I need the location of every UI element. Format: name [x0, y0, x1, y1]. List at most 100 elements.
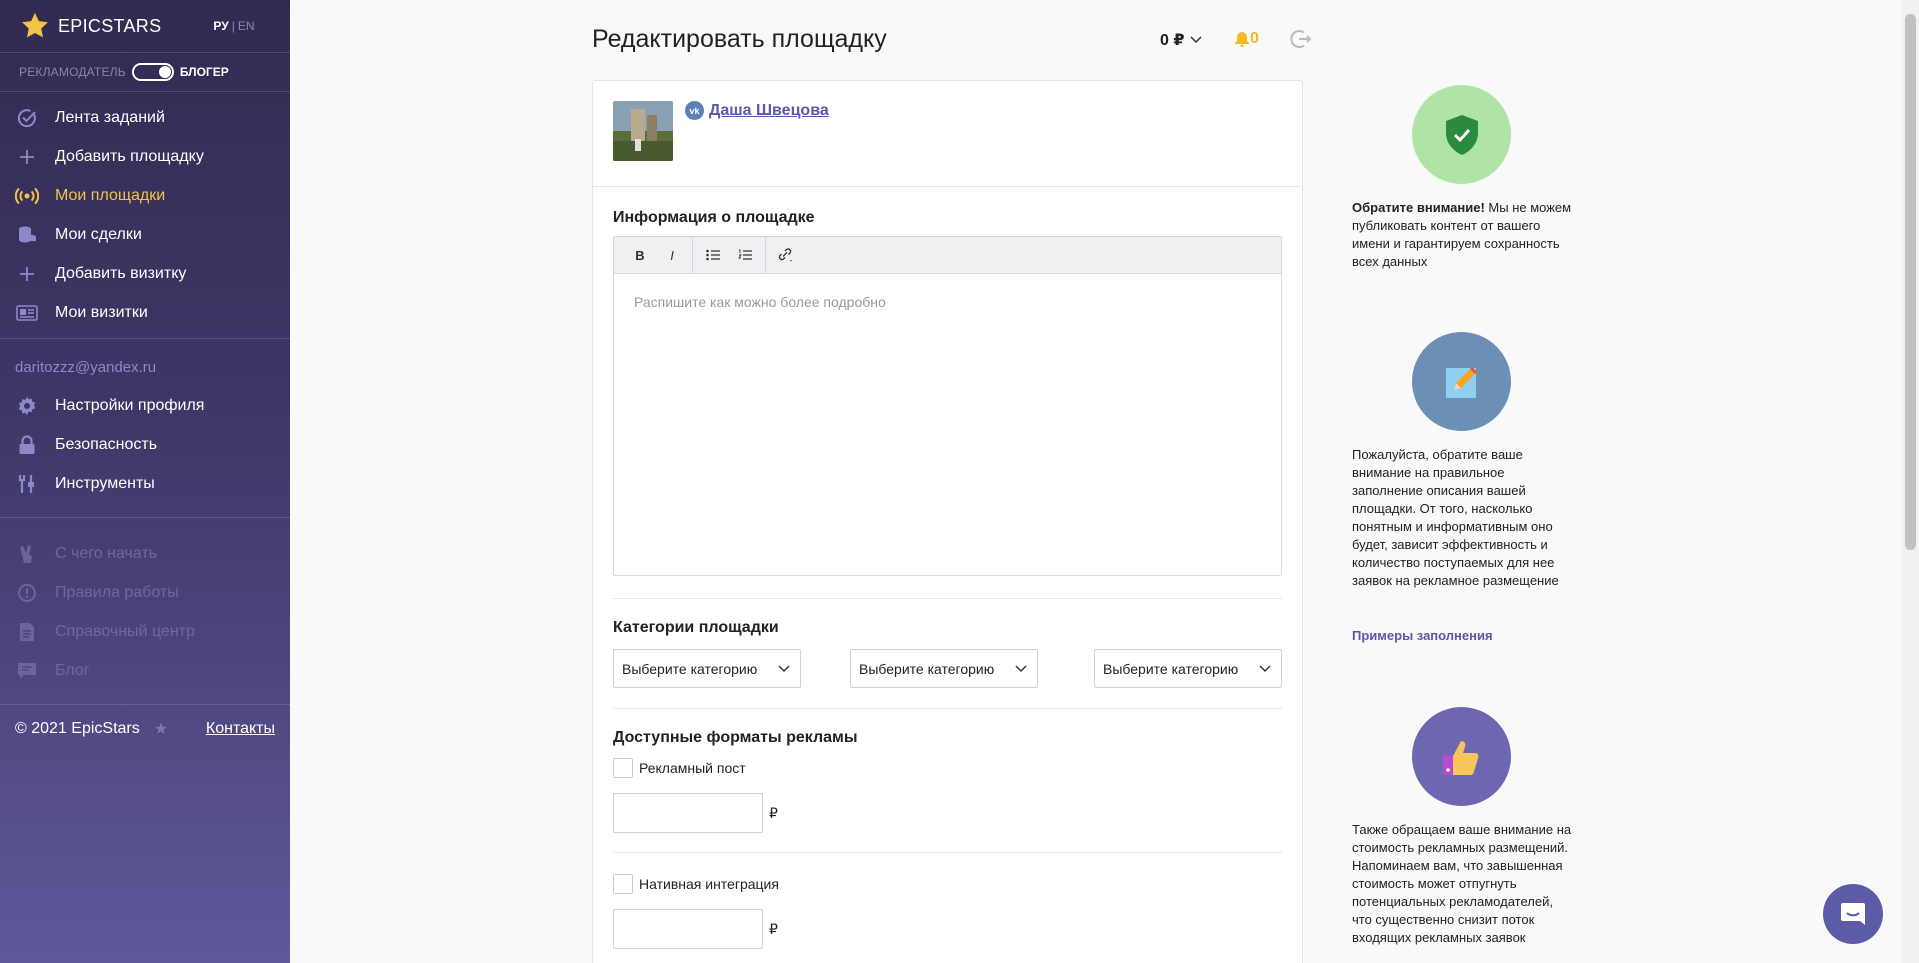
native-integration-checkbox[interactable]: [613, 874, 633, 894]
role-blogger-label[interactable]: БЛОГЕР: [180, 65, 229, 79]
logout-icon: [1290, 30, 1312, 48]
editor-placeholder[interactable]: Распишите как можно более подробно: [634, 294, 886, 310]
divider: [613, 598, 1282, 599]
support-chat-button[interactable]: [1823, 884, 1883, 944]
sidebar-item-label: Мои сделки: [55, 225, 142, 243]
plus-icon: [14, 146, 40, 168]
role-switch: РЕКЛАМОДАТЕЛЬ БЛОГЕР: [0, 53, 290, 91]
tip-pricing-circle: [1412, 707, 1511, 806]
sidebar: EPICSTARS РУ | EN РЕКЛАМОДАТЕЛЬ БЛОГЕР Лен…: [0, 0, 290, 963]
coins-icon: [14, 224, 40, 246]
vk-icon: vk: [685, 101, 704, 120]
role-toggle[interactable]: [131, 63, 174, 81]
numbered-list-button[interactable]: [729, 241, 761, 269]
sidebar-item-label: Инструменты: [55, 474, 155, 492]
sidebar-item-help-center[interactable]: Справочный центр: [0, 612, 290, 651]
sidebar-item-work-rules[interactable]: Правила работы: [0, 573, 290, 612]
sidebar-item-add-card[interactable]: Добавить визитку: [0, 254, 290, 293]
contacts-link[interactable]: Контакты: [206, 720, 275, 738]
account-menu: Настройки профиля Безопасность Инструмен…: [0, 386, 290, 509]
scrollbar-thumb[interactable]: [1905, 14, 1916, 550]
lang-ru[interactable]: РУ: [213, 19, 228, 33]
ad-post-label: Рекламный пост: [639, 760, 746, 776]
hand-icon: [14, 543, 40, 565]
sidebar-item-label: Правила работы: [55, 583, 179, 601]
sidebar-item-label: Добавить площадку: [55, 147, 204, 165]
platform-profile: vk Даша Швецова: [593, 81, 1302, 187]
page-scrollbar[interactable]: [1902, 0, 1919, 963]
fill-examples-link[interactable]: Примеры заполнения: [1352, 628, 1493, 643]
bullet-list-button[interactable]: [697, 241, 729, 269]
logo-star-icon: [22, 12, 48, 38]
blog-icon: [14, 660, 40, 682]
tip-security-text: Обратите внимание! Мы не можем публикова…: [1352, 199, 1574, 271]
sidebar-footer: © 2021 EpicStars ★ Контакты: [0, 719, 290, 739]
ad-post-currency: ₽: [769, 805, 778, 821]
category-select-3[interactable]: Выберите категорию: [1094, 649, 1282, 688]
sidebar-item-security[interactable]: Безопасность: [0, 425, 290, 464]
bold-button[interactable]: B: [624, 241, 656, 269]
toggle-knob: [158, 66, 171, 78]
sidebar-item-label: Справочный центр: [55, 622, 195, 640]
category-select-2[interactable]: Выберите категорию: [850, 649, 1038, 688]
sidebar-item-label: Мои визитки: [55, 303, 148, 321]
chevron-down-icon: [1190, 36, 1203, 44]
logo-text[interactable]: EPICSTARS: [58, 16, 161, 37]
sidebar-item-tasks-feed[interactable]: Лента заданий: [0, 98, 290, 137]
ad-post-checkbox[interactable]: [613, 758, 633, 778]
divider: [613, 852, 1282, 853]
broadcast-icon: [14, 185, 40, 207]
check-circle-icon: [14, 107, 40, 129]
bullet-list-icon: [706, 249, 720, 261]
sidebar-item-profile-settings[interactable]: Настройки профиля: [0, 386, 290, 425]
sidebar-item-my-platforms[interactable]: Мои площадки: [0, 176, 290, 215]
memo-pencil-icon: [1445, 366, 1477, 398]
document-icon: [14, 621, 40, 643]
plus-icon: [14, 263, 40, 285]
chevron-down-icon: [778, 664, 790, 672]
ad-post-price-input[interactable]: [613, 793, 763, 833]
sidebar-item-label: Блог: [55, 661, 90, 679]
native-integration-price-input[interactable]: [613, 909, 763, 949]
link-button[interactable]: [770, 241, 802, 269]
sidebar-item-blog[interactable]: Блог: [0, 651, 290, 690]
star-icon: ★: [153, 721, 169, 738]
alert-icon: [14, 582, 40, 604]
numbered-list-icon: [738, 249, 752, 260]
platform-info-label: Информация о площадке: [613, 209, 815, 226]
sidebar-item-label: Лента заданий: [55, 108, 165, 126]
main-menu: Лента заданий Добавить площадку Мои площ…: [0, 92, 290, 338]
tip-description-text: Пожалуйста, обратите ваше внимание на пр…: [1352, 447, 1559, 588]
italic-button[interactable]: I: [656, 241, 688, 269]
thumbs-up-icon: [1442, 740, 1478, 775]
logout-button[interactable]: [1290, 28, 1312, 55]
platform-name-link[interactable]: Даша Швецова: [709, 102, 829, 120]
format-ad-post[interactable]: Рекламный пост: [613, 758, 746, 778]
select-value: Выберите категорию: [1103, 660, 1239, 677]
balance-dropdown[interactable]: 0 ₽: [1160, 30, 1203, 50]
sidebar-item-my-deals[interactable]: Мои сделки: [0, 215, 290, 254]
notifications-button[interactable]: 0: [1234, 30, 1259, 48]
sidebar-item-getting-started[interactable]: С чего начать: [0, 534, 290, 573]
tools-icon: [14, 473, 40, 495]
lang-en[interactable]: EN: [238, 19, 255, 33]
help-menu: С чего начать Правила работы Справочный …: [0, 518, 290, 696]
tip-pricing-text: Также обращаем ваше внимание на стоимост…: [1352, 822, 1572, 945]
italic-label: I: [670, 247, 674, 263]
language-switch: РУ | EN: [213, 19, 254, 33]
gear-icon: [14, 395, 40, 417]
category-select-1[interactable]: Выберите категорию: [613, 649, 801, 688]
sidebar-item-my-cards[interactable]: Мои визитки: [0, 293, 290, 332]
chat-icon: [1841, 903, 1865, 925]
sidebar-item-add-platform[interactable]: Добавить площадку: [0, 137, 290, 176]
tip-security-bold: Обратите внимание!: [1352, 200, 1485, 215]
format-native-integration[interactable]: Нативная интеграция: [613, 874, 779, 894]
balance-value: 0 ₽: [1160, 32, 1185, 49]
id-card-icon: [14, 302, 40, 324]
role-advertiser-label[interactable]: РЕКЛАМОДАТЕЛЬ: [19, 65, 126, 79]
divider: [613, 708, 1282, 709]
sidebar-item-tools[interactable]: Инструменты: [0, 464, 290, 503]
sidebar-item-label: Мои площадки: [55, 186, 166, 204]
tip-security-circle: [1412, 85, 1511, 184]
sidebar-item-label: С чего начать: [55, 544, 157, 562]
